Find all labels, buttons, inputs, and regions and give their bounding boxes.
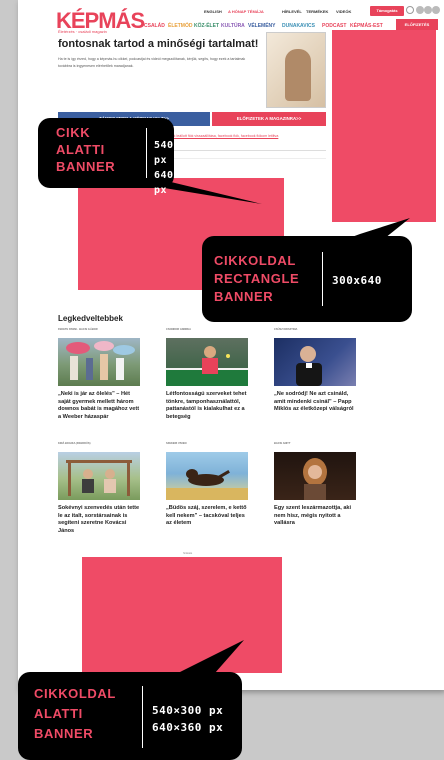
callout-line: RECTANGLE [214,271,300,286]
callout-size: 640×360 px [154,170,200,196]
callout-line: ALATTI [56,142,105,157]
callout-size: 300x640 [332,274,382,287]
callout-cikkoldal-alatti-banner: CIKKOLDAL ALATTI BANNER 540×300 px 640×3… [18,672,242,760]
callout-line: BANNER [56,159,116,174]
callout-size: 540×300 px [152,704,224,717]
callout-line: BANNER [214,289,274,304]
callout-line: CIKK [56,125,91,140]
callout-size: 540×300 px [154,140,200,166]
callout-line: BANNER [34,726,94,741]
callout-size: 640×360 px [152,721,224,734]
callout-line: ALATTI [34,706,83,721]
callout-line: CIKKOLDAL [214,253,296,268]
callout-cikk-alatti-banner: CIKK ALATTI BANNER 540×300 px 640×360 px [38,118,199,196]
callout-line: CIKKOLDAL [34,686,116,701]
callout-cikkoldal-rectangle-banner: CIKKOLDAL RECTANGLE BANNER 300x640 [202,236,412,322]
callout-pointers [146,176,410,690]
